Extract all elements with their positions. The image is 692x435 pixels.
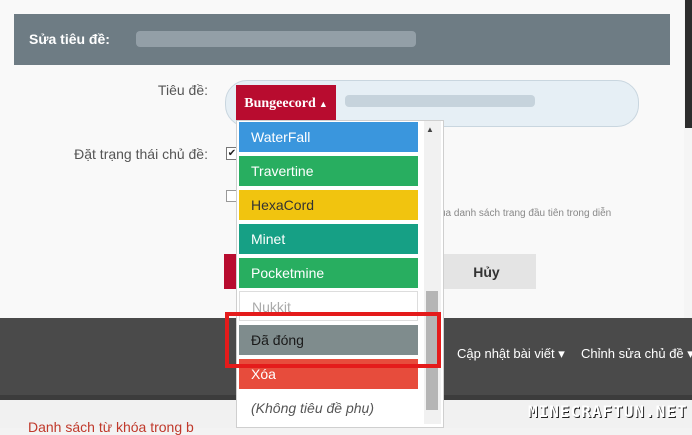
prefix-select-button[interactable]: Bungeecord ▲ bbox=[236, 85, 336, 123]
modal-header: Sửa tiêu đề: bbox=[14, 14, 670, 65]
prefix-option-minet[interactable]: Minet bbox=[239, 224, 418, 254]
caret-up-icon: ▲ bbox=[318, 99, 328, 109]
update-post-label: Cập nhật bài viết bbox=[457, 346, 555, 361]
caret-down-icon: ▾ bbox=[558, 346, 565, 361]
prefix-option-hexacord[interactable]: HexaCord bbox=[239, 190, 418, 220]
highlight-box bbox=[225, 312, 441, 368]
prefix-button-label: Bungeecord bbox=[244, 96, 316, 111]
modal-title: Sửa tiêu đề: bbox=[29, 31, 110, 47]
update-post-menu[interactable]: Cập nhật bài viết ▾ bbox=[457, 346, 565, 362]
caret-down-icon: ▾ bbox=[687, 346, 692, 361]
sticky-hint: ủa danh sách trang đầu tiên trong diễn bbox=[440, 208, 612, 219]
edit-thread-label: Chỉnh sửa chủ đề bbox=[581, 346, 684, 361]
prefix-option-pocketmine[interactable]: Pocketmine bbox=[239, 258, 418, 288]
cancel-button[interactable]: Hủy bbox=[437, 254, 536, 289]
edit-thread-menu[interactable]: Chỉnh sửa chủ đề ▾ bbox=[581, 346, 692, 362]
title-label: Tiêu đề: bbox=[157, 82, 208, 98]
page-right-edge bbox=[685, 0, 692, 128]
prefix-option-none[interactable]: (Không tiêu đề phụ) bbox=[239, 393, 418, 423]
keyword-list-text: Danh sách từ khóa trong b bbox=[28, 419, 194, 435]
scroll-up-arrow-icon[interactable]: ▲ bbox=[426, 125, 434, 134]
blurred-thread-title bbox=[136, 31, 416, 47]
status-label: Đặt trạng thái chủ đề: bbox=[74, 146, 208, 162]
watermark: MINECRAFTUN.NET bbox=[528, 402, 688, 421]
prefix-option-travertine[interactable]: Travertine bbox=[239, 156, 418, 186]
blurred-title-value bbox=[345, 95, 535, 107]
prefix-option-waterfall[interactable]: WaterFall bbox=[239, 122, 418, 152]
